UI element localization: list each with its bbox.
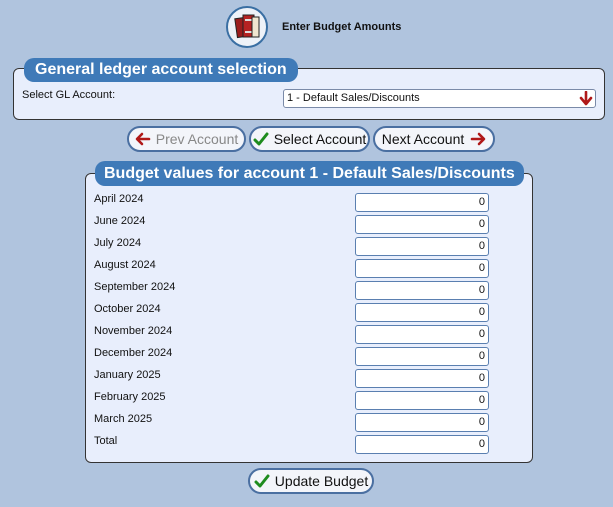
budget-row: November 2024 0 <box>86 325 532 347</box>
budget-total-row: Total 0 <box>86 435 532 457</box>
budget-amount-input[interactable]: 0 <box>355 215 489 234</box>
budget-row: December 2024 0 <box>86 347 532 369</box>
budget-row: October 2024 0 <box>86 303 532 325</box>
budget-row-label: June 2024 <box>94 215 146 227</box>
page-title: Enter Budget Amounts <box>282 21 402 33</box>
budget-rows: April 2024 0 June 2024 0 July 2024 0 Aug… <box>86 193 532 457</box>
budget-values-panel: Budget values for account 1 - Default Sa… <box>85 161 533 463</box>
budget-total-value[interactable]: 0 <box>355 435 489 454</box>
budget-row-label: April 2024 <box>94 193 144 205</box>
budget-row-label: July 2024 <box>94 237 142 249</box>
budget-amount-input[interactable]: 0 <box>355 303 489 322</box>
budget-total-label: Total <box>94 435 118 447</box>
budget-row: July 2024 0 <box>86 237 532 259</box>
budget-row-label: August 2024 <box>94 259 156 271</box>
budget-row: March 2025 0 <box>86 413 532 435</box>
budget-row-label: December 2024 <box>94 347 173 359</box>
budget-amount-input[interactable]: 0 <box>355 347 489 366</box>
budget-amount-input[interactable]: 0 <box>355 391 489 410</box>
select-gl-account-label: Select GL Account: <box>22 89 116 101</box>
budget-amount-input[interactable]: 0 <box>355 413 489 432</box>
budget-row-label: February 2025 <box>94 391 166 403</box>
prev-account-button[interactable]: Prev Account <box>127 126 246 152</box>
gl-account-select[interactable]: 1 - Default Sales/Discounts <box>283 89 596 108</box>
budget-amount-input[interactable]: 0 <box>355 193 489 212</box>
arrow-right-icon <box>470 131 486 147</box>
next-account-label: Next Account <box>381 131 465 147</box>
books-icon <box>226 6 268 48</box>
gl-selection-legend: General ledger account selection <box>24 58 298 82</box>
prev-account-label: Prev Account <box>155 131 239 147</box>
budget-row: February 2025 0 <box>86 391 532 413</box>
update-budget-label: Update Budget <box>274 473 369 489</box>
budget-row: September 2024 0 <box>86 281 532 303</box>
checkmark-icon <box>254 473 270 489</box>
next-account-button[interactable]: Next Account <box>373 126 495 152</box>
budget-amount-input[interactable]: 0 <box>355 325 489 344</box>
budget-row: June 2024 0 <box>86 215 532 237</box>
gl-account-selection-panel: General ledger account selection Select … <box>13 58 605 120</box>
budget-row-label: November 2024 <box>94 325 173 337</box>
checkmark-icon <box>253 131 269 147</box>
budget-amount-input[interactable]: 0 <box>355 369 489 388</box>
gl-account-selected-value: 1 - Default Sales/Discounts <box>287 92 420 104</box>
update-budget-button[interactable]: Update Budget <box>248 468 374 494</box>
budget-amount-input[interactable]: 0 <box>355 259 489 278</box>
budget-amount-input[interactable]: 0 <box>355 237 489 256</box>
arrow-left-icon <box>135 131 151 147</box>
budget-row-label: January 2025 <box>94 369 161 381</box>
arrow-down-icon <box>579 90 593 106</box>
select-account-button[interactable]: Select Account <box>249 126 370 152</box>
budget-row-label: October 2024 <box>94 303 161 315</box>
budget-amount-input[interactable]: 0 <box>355 281 489 300</box>
budget-values-legend: Budget values for account 1 - Default Sa… <box>95 161 524 186</box>
select-account-label: Select Account <box>273 131 367 147</box>
page-header: Enter Budget Amounts <box>226 5 401 49</box>
budget-row-label: September 2024 <box>94 281 176 293</box>
budget-row-label: March 2025 <box>94 413 153 425</box>
budget-row: April 2024 0 <box>86 193 532 215</box>
budget-row: August 2024 0 <box>86 259 532 281</box>
budget-row: January 2025 0 <box>86 369 532 391</box>
